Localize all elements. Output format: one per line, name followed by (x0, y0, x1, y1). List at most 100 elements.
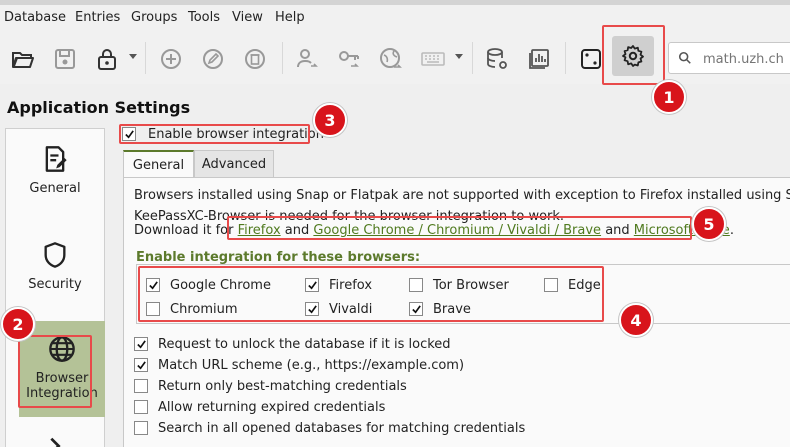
firefox-checkbox[interactable] (305, 278, 319, 292)
sidebar-item-label: General (29, 181, 81, 196)
open-database-button[interactable] (8, 44, 38, 74)
application-settings-button[interactable] (612, 36, 654, 76)
browser-option-google-chrome[interactable]: Google Chrome (146, 276, 271, 294)
google-chrome-checkbox[interactable] (146, 278, 160, 292)
copy-username-button[interactable] (292, 44, 322, 74)
tab-general[interactable]: General (123, 150, 194, 179)
chevron-right-icon (50, 437, 61, 447)
enable-browser-integration-row[interactable]: Enable browser integration (122, 124, 324, 144)
copy-password-button[interactable] (334, 44, 364, 74)
expired-credentials-label: Allow returning expired credentials (158, 399, 386, 415)
vivaldi-checkbox[interactable] (305, 302, 319, 316)
save-icon (55, 49, 75, 69)
chromium-checkbox[interactable] (146, 302, 160, 316)
search-input[interactable] (703, 49, 789, 69)
match-url-scheme-checkbox[interactable] (134, 358, 148, 372)
settings-sidebar: General Security Browser Integration (5, 128, 105, 447)
option-expired-credentials[interactable]: Allow returning expired credentials (134, 398, 385, 416)
checkmark-icon (307, 280, 317, 290)
period-text: . (729, 223, 734, 238)
save-database-button[interactable] (50, 44, 80, 74)
search-icon (678, 51, 691, 64)
browser-option-chromium[interactable]: Chromium (146, 300, 238, 318)
snap-flatpak-note: Browsers installed using Snap or Flatpak… (134, 188, 790, 203)
browser-option-edge[interactable]: Edge (544, 276, 601, 294)
option-best-matching[interactable]: Return only best-matching credentials (134, 377, 407, 395)
download-prefix-text: Download it for (134, 223, 238, 238)
add-entry-button[interactable] (156, 44, 186, 74)
annotation-badge-1: 1 (652, 80, 686, 114)
browser-option-tor-browser[interactable]: Tor Browser (409, 276, 509, 294)
delete-entry-icon (245, 49, 265, 69)
annotation-badge-2: 2 (1, 307, 35, 341)
password-generator-button[interactable] (576, 44, 606, 74)
best-matching-checkbox[interactable] (134, 379, 148, 393)
search-all-databases-checkbox[interactable] (134, 421, 148, 435)
autotype-button[interactable] (418, 44, 448, 74)
enable-browser-integration-checkbox[interactable] (122, 127, 136, 141)
window-top-strip (0, 0, 790, 5)
settings-gear-icon (622, 45, 644, 67)
edit-entry-button[interactable] (198, 44, 228, 74)
browser-option-firefox[interactable]: Firefox (305, 276, 372, 294)
expired-credentials-checkbox[interactable] (134, 400, 148, 414)
password-generator-icon (581, 49, 601, 69)
option-request-unlock[interactable]: Request to unlock the database if it is … (134, 335, 451, 353)
tor-browser-checkbox[interactable] (409, 278, 423, 292)
edge-label: Edge (568, 277, 601, 293)
sidebar-item-security[interactable]: Security (6, 241, 104, 292)
lock-icon (98, 49, 116, 70)
tor-browser-label: Tor Browser (433, 277, 509, 293)
sidebar-item-next[interactable] (6, 435, 104, 447)
brave-checkbox[interactable] (409, 302, 423, 316)
menu-bar: Database Entries Groups Tools View Help (0, 0, 790, 34)
autotype-dropdown-arrow-icon[interactable] (455, 54, 463, 59)
checkmark-icon (307, 304, 317, 314)
folder-open-icon (12, 52, 34, 68)
checkmark-icon (148, 280, 158, 290)
page-title: Application Settings (7, 98, 191, 117)
browser-option-brave[interactable]: Brave (409, 300, 471, 318)
menu-database[interactable]: Database (4, 10, 66, 25)
match-url-scheme-label: Match URL scheme (e.g., https://example.… (158, 357, 465, 373)
browser-extension-needed-note: KeePassXC-Browser is needed for the brow… (134, 209, 565, 224)
lock-dropdown-arrow-icon[interactable] (129, 54, 137, 59)
sidebar-item-browser-integration[interactable]: Browser Integration (19, 321, 105, 417)
checkmark-icon (124, 129, 134, 139)
toolbar-separator (472, 42, 473, 74)
google-chrome-label: Google Chrome (170, 277, 271, 293)
delete-entry-button[interactable] (240, 44, 270, 74)
checkmark-icon (136, 339, 146, 349)
chromium-label: Chromium (170, 301, 238, 317)
and-text: and (280, 223, 314, 238)
download-links-line: Download it for Firefox and Google Chrom… (134, 223, 734, 238)
lock-database-button[interactable] (92, 44, 122, 74)
best-matching-label: Return only best-matching credentials (158, 378, 407, 394)
database-settings-icon (487, 48, 507, 69)
annotation-badge-4: 4 (619, 303, 653, 337)
browsers-section-header: Enable integration for these browsers: (136, 250, 421, 265)
reports-button[interactable] (524, 44, 554, 74)
chrome-download-link[interactable]: Google Chrome / Chromium / Vivaldi / Bra… (313, 223, 601, 238)
menu-view[interactable]: View (232, 10, 263, 25)
vivaldi-label: Vivaldi (329, 301, 373, 317)
menu-help[interactable]: Help (275, 10, 305, 25)
request-unlock-label: Request to unlock the database if it is … (158, 336, 451, 352)
database-settings-button[interactable] (482, 44, 512, 74)
browser-option-vivaldi[interactable]: Vivaldi (305, 300, 372, 318)
search-box[interactable] (668, 42, 790, 74)
sidebar-item-general[interactable]: General (6, 145, 104, 196)
edge-checkbox[interactable] (544, 278, 558, 292)
option-search-all-databases[interactable]: Search in all opened databases for match… (134, 419, 525, 437)
copy-password-icon (339, 51, 359, 67)
tab-advanced[interactable]: Advanced (194, 150, 274, 178)
request-unlock-checkbox[interactable] (134, 337, 148, 351)
browser-checkbox-group: Google Chrome Firefox Tor Browser Edge C… (136, 264, 790, 324)
copy-url-button[interactable] (376, 44, 406, 74)
menu-tools[interactable]: Tools (188, 10, 220, 25)
general-tab-panel: Browsers installed using Snap or Flatpak… (123, 177, 790, 447)
option-match-url-scheme[interactable]: Match URL scheme (e.g., https://example.… (134, 356, 464, 374)
menu-entries[interactable]: Entries (75, 10, 120, 25)
menu-groups[interactable]: Groups (131, 10, 177, 25)
firefox-download-link[interactable]: Firefox (238, 223, 281, 238)
